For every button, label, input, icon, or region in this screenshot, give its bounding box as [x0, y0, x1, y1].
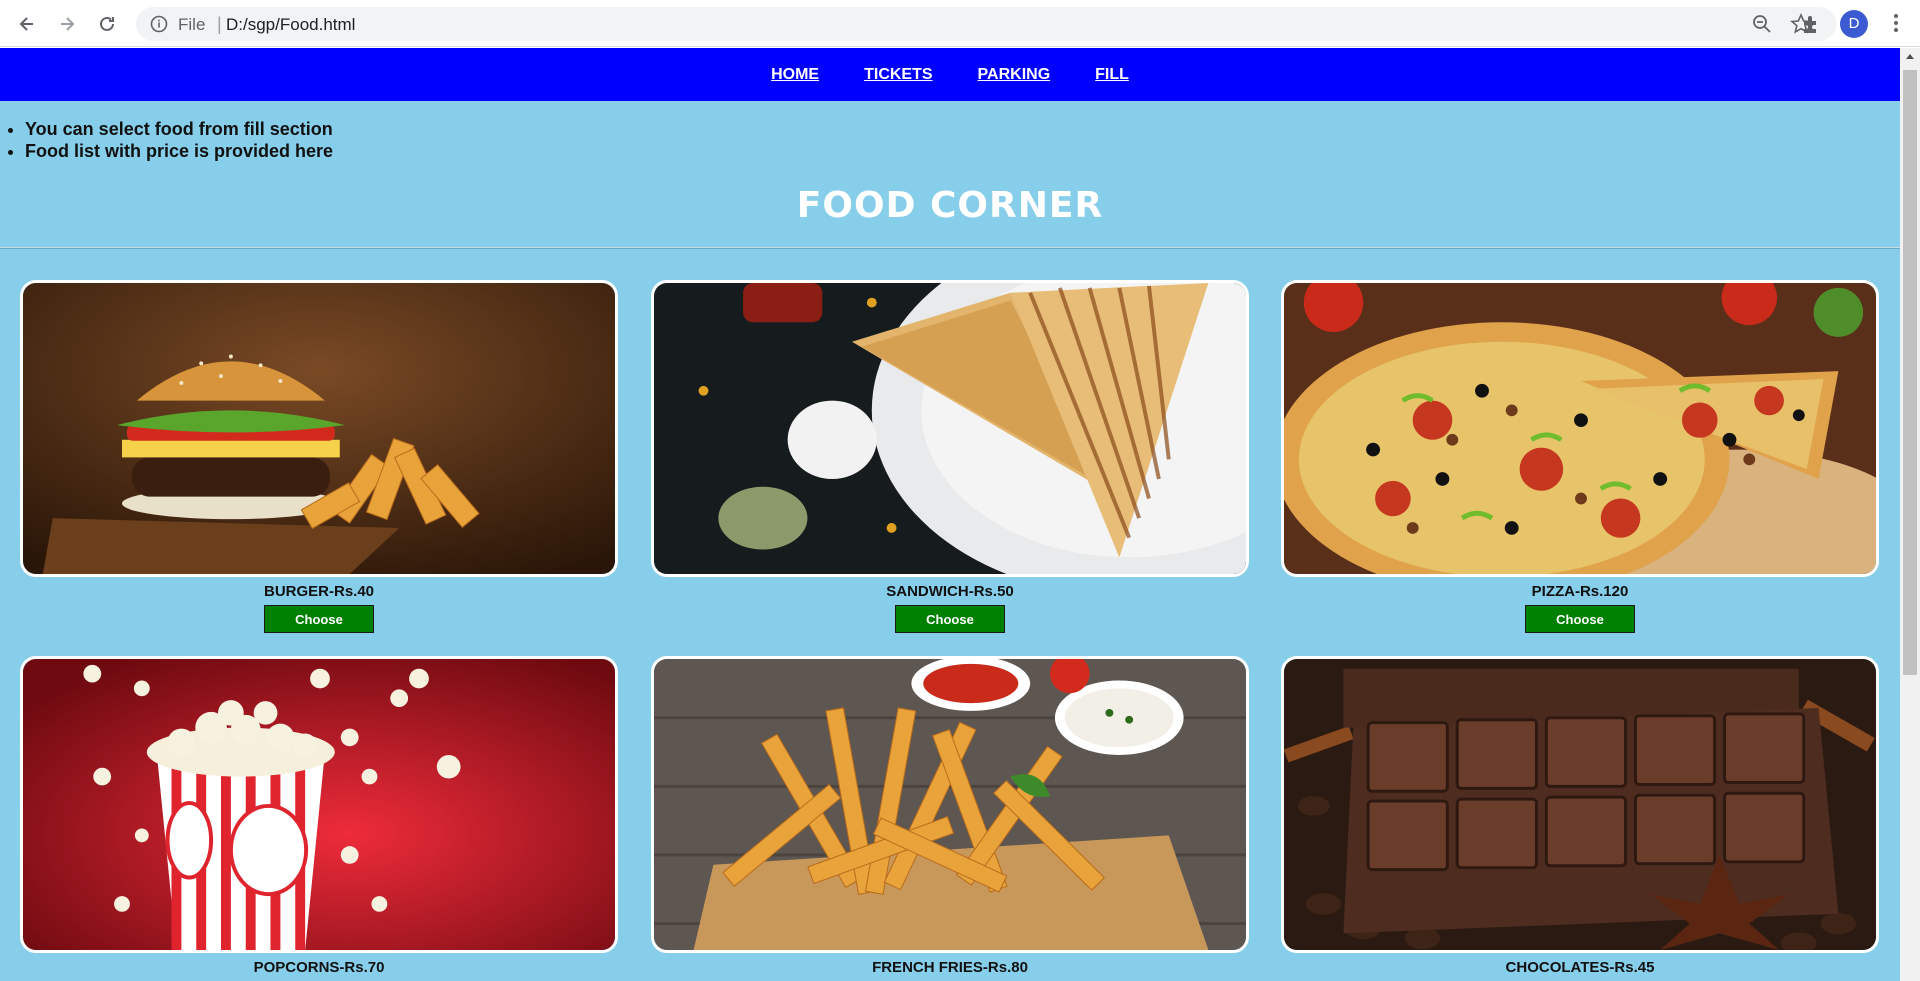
scroll-up-arrow-icon[interactable]	[1906, 54, 1914, 59]
food-label: FRENCH FRIES-Rs.80	[872, 959, 1028, 976]
url-separator: |	[217, 14, 222, 34]
popcorn-photo	[20, 656, 618, 953]
french-fries-photo	[651, 656, 1249, 953]
extensions-puzzle-icon[interactable]	[1800, 13, 1822, 35]
food-card-popcorn: POPCORNS-Rs.70	[20, 656, 618, 976]
food-label: POPCORNS-Rs.70	[253, 959, 385, 976]
back-arrow-icon	[19, 17, 33, 31]
forward-button[interactable]	[52, 9, 82, 39]
info-item: You can select food from fill section	[25, 118, 333, 140]
more-menu-icon[interactable]	[1884, 11, 1908, 35]
pizza-photo	[1281, 280, 1879, 577]
zoom-out-icon[interactable]	[1752, 14, 1772, 34]
choose-button[interactable]: Choose	[1525, 605, 1635, 633]
info-item: Food list with price is provided here	[25, 140, 333, 162]
food-card-sandwich: SANDWICH-Rs.50 Choose	[651, 280, 1249, 633]
vertical-scrollbar[interactable]	[1900, 48, 1920, 981]
url-text[interactable]: D:/sgp/Food.html	[226, 15, 355, 35]
burger-photo	[20, 280, 618, 577]
info-icon[interactable]	[150, 15, 168, 33]
back-button[interactable]	[12, 9, 42, 39]
divider	[0, 247, 1900, 249]
choose-button[interactable]: Choose	[264, 605, 374, 633]
nav-parking[interactable]: PARKING	[978, 66, 1051, 84]
food-label: BURGER-Rs.40	[263, 583, 375, 600]
food-label: CHOCOLATES-Rs.45	[1505, 959, 1655, 976]
nav-home[interactable]: HOME	[771, 66, 819, 84]
browser-toolbar: File | D:/sgp/Food.html D	[0, 0, 1920, 47]
food-label: SANDWICH-Rs.50	[886, 583, 1014, 600]
food-card-french-fries: FRENCH FRIES-Rs.80	[651, 656, 1249, 976]
page-viewport: HOME TICKETS PARKING FILL You can select…	[0, 48, 1900, 981]
forward-arrow-icon	[61, 17, 75, 31]
reload-icon	[100, 16, 114, 31]
food-card-burger: BURGER-Rs.40 Choose	[20, 280, 618, 633]
food-label: PIZZA-Rs.120	[1531, 583, 1629, 600]
choose-button[interactable]: Choose	[895, 605, 1005, 633]
info-list: You can select food from fill section Fo…	[25, 118, 333, 162]
food-card-pizza: PIZZA-Rs.120 Choose	[1281, 280, 1879, 633]
scrollbar-thumb[interactable]	[1903, 70, 1917, 675]
food-card-chocolates: CHOCOLATES-Rs.45	[1281, 656, 1879, 976]
profile-avatar[interactable]: D	[1840, 10, 1868, 38]
page-title: FOOD CORNER	[796, 185, 1104, 226]
nav-tickets[interactable]: TICKETS	[864, 66, 932, 84]
chocolate-photo	[1281, 656, 1879, 953]
reload-button[interactable]	[92, 9, 122, 39]
url-scheme: File	[178, 15, 206, 34]
nav-fill[interactable]: FILL	[1095, 66, 1129, 84]
top-navigation: HOME TICKETS PARKING FILL	[0, 48, 1900, 101]
sandwich-photo	[651, 280, 1249, 577]
address-bar[interactable]: File | D:/sgp/Food.html	[136, 7, 1836, 41]
